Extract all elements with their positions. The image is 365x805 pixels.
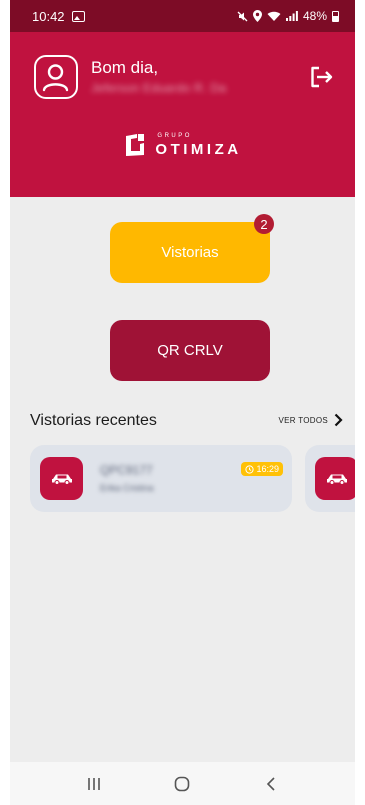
- recent-inspections-title: Vistorias recentes: [30, 412, 157, 429]
- see-all-label: VER TODOS: [278, 415, 328, 425]
- recents-icon[interactable]: [82, 772, 106, 796]
- recent-inspection-card-next[interactable]: [305, 445, 355, 512]
- see-all-link[interactable]: VER TODOS: [278, 413, 343, 427]
- brand-small-text: GRUPO: [157, 133, 192, 139]
- vistorias-label: Vistorias: [161, 244, 219, 261]
- car-icon-box: [315, 457, 355, 500]
- driver-name: Erika Cristina: [100, 483, 154, 493]
- brand-logo: GRUPO OTIMIZA: [10, 132, 355, 158]
- qr-crlv-label: QR CRLV: [157, 342, 223, 359]
- inspection-time: 16:29: [256, 464, 279, 474]
- vistorias-count-badge: 2: [254, 214, 274, 234]
- wifi-icon: [267, 11, 281, 21]
- header: Bom dia, Jeferson Eduardo R. Da GRUPO OT…: [10, 32, 355, 197]
- clock-icon: [245, 464, 255, 474]
- mute-icon: [237, 11, 248, 21]
- brand-mark-icon: [126, 134, 145, 156]
- user-name: Jeferson Eduardo R. Da: [91, 81, 227, 95]
- home-icon[interactable]: [170, 772, 194, 796]
- signal-icon: [285, 11, 298, 21]
- system-nav-bar: [10, 762, 355, 805]
- recent-inspection-card[interactable]: QPC9177 Erika Cristina 16:29: [30, 445, 292, 512]
- gallery-icon: [71, 10, 85, 22]
- status-time: 10:42: [32, 8, 65, 24]
- chevron-right-icon: [334, 413, 343, 427]
- user-avatar-icon[interactable]: [34, 55, 78, 99]
- brand-name: OTIMIZA: [155, 141, 242, 158]
- car-icon: [51, 474, 72, 485]
- car-icon-box: [40, 457, 83, 500]
- vistorias-button[interactable]: Vistorias: [110, 222, 270, 283]
- battery-percent: 48%: [302, 9, 327, 23]
- car-icon: [326, 474, 347, 485]
- status-bar: 10:42 48%: [10, 0, 355, 32]
- logout-icon[interactable]: [309, 65, 335, 89]
- vehicle-plate: QPC9177: [100, 463, 153, 477]
- greeting-text: Bom dia,: [91, 58, 159, 77]
- time-badge: 16:29: [241, 462, 283, 476]
- phone-screen: 10:42 48% Bom dia, Jeferson Eduardo R. D…: [10, 0, 355, 805]
- battery-icon: [332, 10, 339, 22]
- location-icon: [252, 10, 262, 22]
- qr-crlv-button[interactable]: QR CRLV: [110, 320, 270, 381]
- back-icon[interactable]: [259, 772, 283, 796]
